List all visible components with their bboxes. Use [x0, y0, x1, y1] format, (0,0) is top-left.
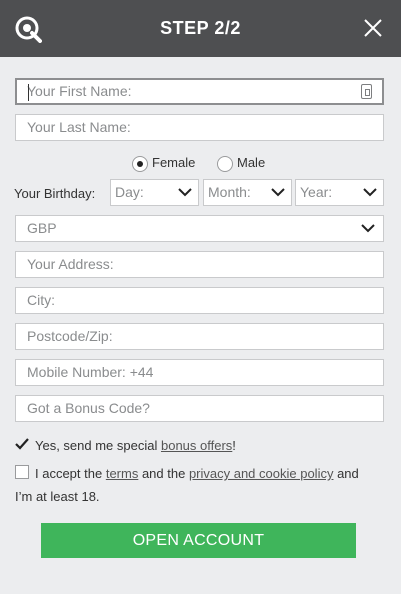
city-field[interactable]: City:: [15, 287, 384, 314]
address-field[interactable]: Your Address:: [15, 251, 384, 278]
currency-value: GBP: [27, 220, 57, 236]
first-name-field[interactable]: Your First Name:: [15, 78, 384, 105]
chevron-down-icon: [271, 186, 285, 198]
privacy-policy-link[interactable]: privacy and cookie policy: [189, 466, 334, 481]
postcode-placeholder: Postcode/Zip:: [27, 328, 113, 344]
offers-checkbox[interactable]: [15, 437, 29, 451]
birthday-year-select[interactable]: Year:: [295, 179, 384, 206]
terms-checkbox[interactable]: [15, 465, 29, 479]
female-radio[interactable]: [132, 155, 148, 172]
postcode-field[interactable]: Postcode/Zip:: [15, 323, 384, 350]
terms-text-2: and the: [138, 466, 189, 481]
currency-select[interactable]: GBP: [15, 215, 384, 242]
birthday-day-select[interactable]: Day:: [110, 179, 199, 206]
gender-male-option[interactable]: Male: [217, 154, 265, 172]
address-placeholder: Your Address:: [27, 256, 114, 272]
bonus-offers-link[interactable]: bonus offers: [161, 438, 232, 453]
male-radio[interactable]: [217, 155, 233, 172]
bonus-code-field[interactable]: Got a Bonus Code?: [15, 395, 384, 422]
first-name-placeholder: Your First Name:: [27, 83, 132, 99]
offers-suffix: !: [232, 438, 236, 453]
mobile-placeholder: Mobile Number: +44: [27, 364, 154, 380]
male-label: Male: [237, 155, 266, 170]
gender-female-option[interactable]: Female: [132, 154, 195, 172]
city-placeholder: City:: [27, 292, 55, 308]
day-value: Day:: [115, 184, 144, 200]
header-bar: STEP 2/2: [0, 0, 401, 57]
terms-text-1: I accept the: [35, 466, 106, 481]
open-account-button[interactable]: OPEN ACCOUNT: [41, 523, 356, 558]
month-value: Month:: [208, 184, 251, 200]
checkmark-icon: [15, 438, 29, 450]
birthday-label: Your Birthday:: [14, 186, 96, 201]
last-name-field[interactable]: Your Last Name:: [15, 114, 384, 141]
terms-text-3: and: [333, 466, 359, 481]
terms-link[interactable]: terms: [106, 466, 139, 481]
chevron-down-icon: [363, 186, 377, 198]
terms-text-age: I’m at least 18.: [15, 489, 100, 504]
terms-consent: I accept the terms and the privacy and c…: [15, 465, 390, 506]
birthday-month-select[interactable]: Month:: [203, 179, 292, 206]
mobile-field[interactable]: Mobile Number: +44: [15, 359, 384, 386]
female-label: Female: [152, 155, 196, 170]
offers-consent: Yes, send me special bonus offers!: [15, 437, 385, 455]
contact-card-icon[interactable]: [361, 84, 372, 99]
offers-text: Yes, send me special: [35, 438, 161, 453]
year-value: Year:: [300, 184, 333, 200]
close-icon[interactable]: [363, 18, 383, 38]
chevron-down-icon: [361, 222, 375, 234]
last-name-placeholder: Your Last Name:: [27, 119, 131, 135]
page-title: STEP 2/2: [160, 18, 241, 38]
registration-form: Your First Name: Your Last Name: Female …: [0, 57, 401, 594]
text-cursor: [28, 84, 29, 101]
chevron-down-icon: [178, 186, 192, 198]
bonus-placeholder: Got a Bonus Code?: [27, 400, 150, 416]
